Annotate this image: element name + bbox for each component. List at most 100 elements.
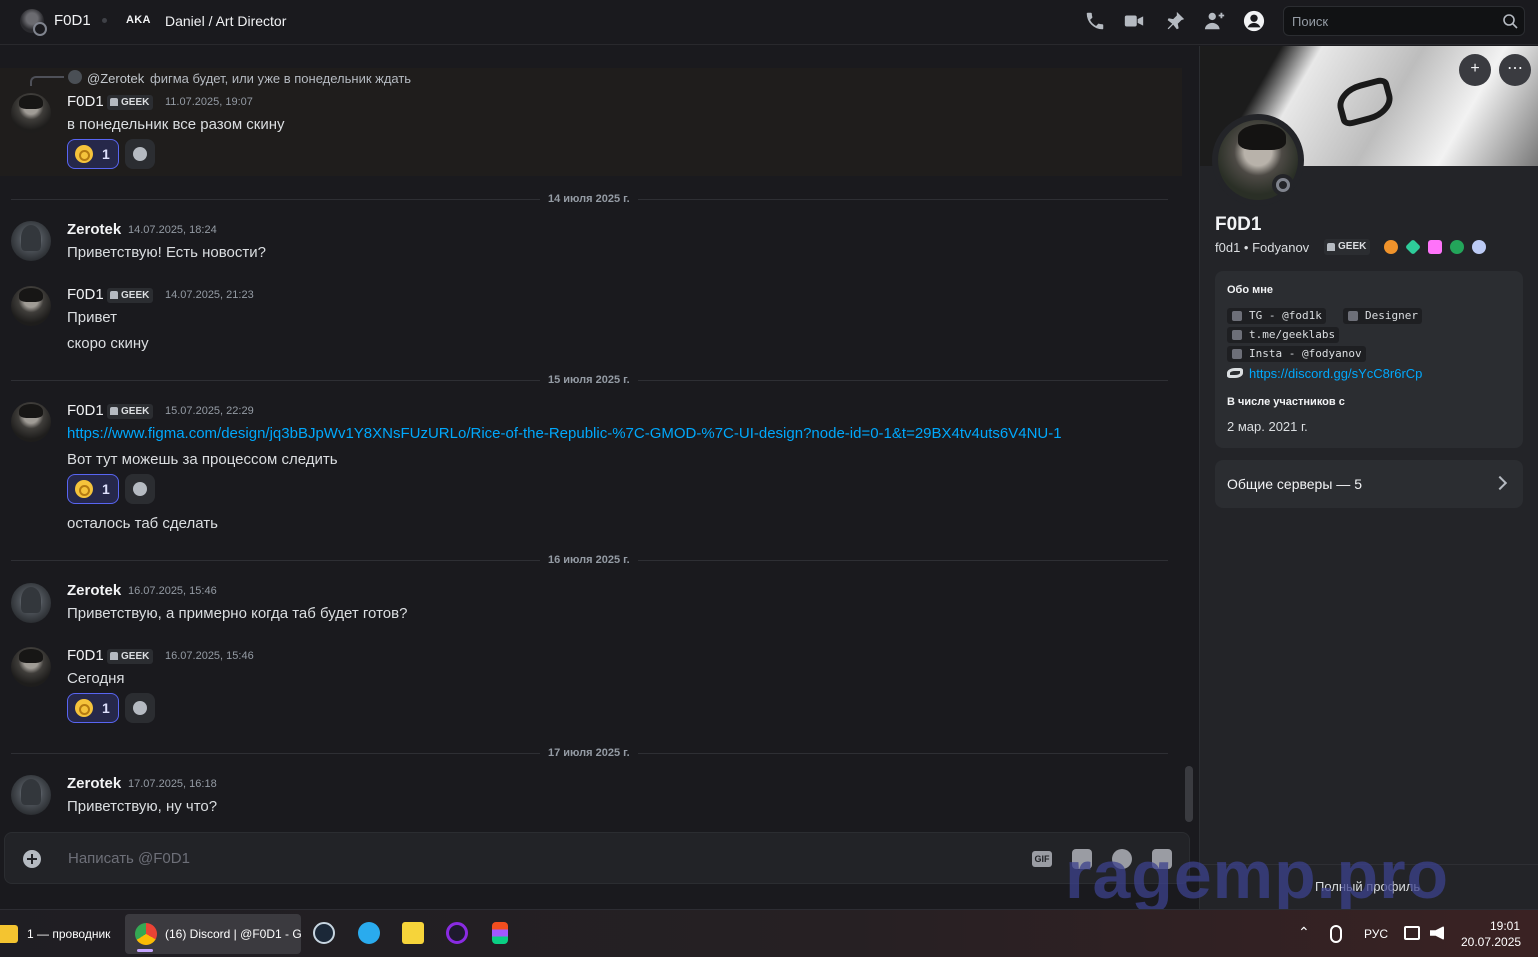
message-input[interactable]: Написать @F0D1 bbox=[68, 850, 190, 867]
message-author[interactable]: F0D1 bbox=[67, 402, 104, 419]
message-author[interactable]: Zerotek bbox=[67, 775, 121, 792]
dm-username[interactable]: F0D1 bbox=[54, 12, 91, 29]
chat-scrollbar[interactable] bbox=[1185, 766, 1193, 822]
message-avatar[interactable] bbox=[11, 93, 51, 133]
reply-preview[interactable]: фигма будет, или уже в понедельник ждать bbox=[150, 71, 411, 86]
profile-display-name: F0D1 bbox=[1215, 214, 1262, 235]
search-input[interactable]: Поиск bbox=[1283, 6, 1525, 36]
separator-dot bbox=[102, 18, 107, 23]
figma-link[interactable]: https://www.figma.com/design/jq3bBJpWv1Y… bbox=[67, 425, 1062, 442]
discord-invite-link[interactable]: https://discord.gg/sYcC8r6rCp bbox=[1249, 366, 1422, 381]
phone-call-icon[interactable] bbox=[1084, 10, 1108, 34]
about-tg: TG - @fod1k bbox=[1227, 308, 1326, 324]
chrome-icon bbox=[135, 923, 157, 945]
message-text: Сегодня bbox=[67, 670, 125, 687]
message-text: Приветствую, а примерно когда таб будет … bbox=[67, 605, 408, 622]
language-indicator[interactable]: РУС bbox=[1364, 927, 1388, 941]
message-timestamp: 14.07.2025, 18:24 bbox=[128, 224, 217, 236]
message-avatar[interactable] bbox=[11, 286, 51, 326]
message-author[interactable]: F0D1 bbox=[67, 647, 104, 664]
search-icon bbox=[1503, 14, 1518, 29]
steam-icon[interactable] bbox=[313, 922, 335, 944]
message-author[interactable]: Zerotek bbox=[67, 221, 121, 238]
banner-logo-icon bbox=[1332, 75, 1398, 129]
add-attachment-icon[interactable] bbox=[23, 850, 41, 868]
panel-divider bbox=[1200, 864, 1538, 865]
about-designer: Designer bbox=[1343, 308, 1422, 324]
full-profile-link[interactable]: Полный профиль bbox=[1315, 879, 1420, 894]
aka-label: AKA bbox=[126, 14, 151, 26]
mutual-servers-button[interactable]: Общие серверы — 5 bbox=[1215, 460, 1523, 508]
folder-icon[interactable] bbox=[0, 925, 18, 943]
reaction-count: 1 bbox=[102, 700, 110, 716]
message-avatar[interactable] bbox=[11, 221, 51, 261]
figma-icon[interactable] bbox=[492, 922, 508, 944]
boost-badge-icon[interactable] bbox=[1428, 240, 1442, 254]
search-placeholder: Поиск bbox=[1292, 14, 1329, 29]
about-me-heading: Обо мне bbox=[1227, 284, 1274, 296]
taskbar-chrome-discord[interactable]: (16) Discord | @F0D1 - G bbox=[125, 914, 302, 954]
message-timestamp: 16.07.2025, 15:46 bbox=[165, 650, 254, 662]
telegram-icon[interactable] bbox=[358, 922, 380, 944]
message-composer[interactable]: Написать @F0D1 GIF bbox=[4, 832, 1190, 884]
message-timestamp: 15.07.2025, 22:29 bbox=[165, 405, 254, 417]
about-insta: Insta - @fodyanov bbox=[1227, 346, 1366, 362]
offline-status-icon bbox=[1272, 174, 1294, 196]
message-author[interactable]: F0D1 bbox=[67, 286, 104, 303]
hypesquad-badge-icon[interactable] bbox=[1405, 239, 1421, 255]
reply-mention[interactable]: @Zerotek bbox=[87, 71, 144, 86]
volume-icon[interactable] bbox=[1430, 926, 1444, 940]
message-text: Приветствую, ну что? bbox=[67, 798, 218, 815]
user-avatar[interactable] bbox=[20, 9, 47, 36]
message-timestamp: 16.07.2025, 15:46 bbox=[128, 585, 217, 597]
profile-username: f0d1 • Fodyanov bbox=[1215, 240, 1310, 255]
message-author[interactable]: Zerotek bbox=[67, 582, 121, 599]
guild-tag[interactable]: GEEK bbox=[107, 404, 154, 419]
reaction-ok-hand[interactable]: 1 bbox=[67, 139, 119, 169]
chevron-up-icon[interactable]: ⌃ bbox=[1298, 924, 1310, 941]
quest-badge-icon[interactable] bbox=[1450, 240, 1464, 254]
member-since-date: 2 мар. 2021 г. bbox=[1227, 419, 1308, 434]
guild-tag[interactable]: GEEK bbox=[107, 95, 154, 110]
sticker-icon[interactable] bbox=[1072, 849, 1092, 869]
ok-hand-icon bbox=[75, 480, 93, 498]
microphone-icon[interactable] bbox=[1330, 925, 1342, 943]
add-friend-icon[interactable]: + bbox=[1459, 54, 1491, 86]
message-avatar[interactable] bbox=[11, 647, 51, 687]
clock-time[interactable]: 19:01 bbox=[1490, 919, 1520, 933]
video-call-icon[interactable] bbox=[1123, 10, 1147, 34]
add-friends-icon[interactable] bbox=[1204, 10, 1228, 34]
reaction-count: 1 bbox=[102, 481, 110, 497]
message-list[interactable]: @Zerotek фигма будет, или уже в понедель… bbox=[0, 46, 1198, 830]
emoji-icon[interactable] bbox=[1112, 849, 1132, 869]
message-avatar[interactable] bbox=[11, 583, 51, 623]
profile-guild-tag[interactable]: GEEK bbox=[1324, 239, 1371, 255]
message-avatar[interactable] bbox=[11, 402, 51, 442]
guild-tag[interactable]: GEEK bbox=[107, 288, 154, 303]
orb-badge-icon[interactable] bbox=[1472, 240, 1486, 254]
taskbar-explorer[interactable]: 1 — проводник bbox=[27, 927, 110, 941]
network-icon[interactable] bbox=[1404, 926, 1420, 940]
add-reaction-icon[interactable] bbox=[125, 139, 155, 169]
reaction-ok-hand[interactable]: 1 bbox=[67, 693, 119, 723]
message-text: осталось таб сделать bbox=[67, 515, 218, 532]
member-since-heading: В числе участников с bbox=[1227, 396, 1345, 408]
guild-tag[interactable]: GEEK bbox=[107, 649, 154, 664]
nitro-badge-icon[interactable] bbox=[1384, 240, 1398, 254]
app-icon[interactable] bbox=[402, 922, 424, 944]
gif-picker-icon[interactable]: GIF bbox=[1032, 851, 1052, 867]
add-reaction-icon[interactable] bbox=[125, 693, 155, 723]
activity-icon[interactable] bbox=[1152, 849, 1172, 869]
circle-app-icon[interactable] bbox=[446, 922, 468, 944]
user-profile-icon[interactable] bbox=[1243, 10, 1267, 34]
message-author[interactable]: F0D1 bbox=[67, 93, 104, 110]
reaction-ok-hand[interactable]: 1 bbox=[67, 474, 119, 504]
more-options-icon[interactable]: ⋯ bbox=[1499, 54, 1531, 86]
top-bar: F0D1 AKA Daniel / Art Director Поиск bbox=[0, 0, 1538, 45]
discord-link-icon bbox=[1227, 368, 1243, 378]
message-avatar[interactable] bbox=[11, 775, 51, 815]
add-reaction-icon[interactable] bbox=[125, 474, 155, 504]
clock-date[interactable]: 20.07.2025 bbox=[1461, 935, 1521, 949]
pin-icon[interactable] bbox=[1164, 10, 1188, 34]
date-divider-label: 14 июля 2025 г. bbox=[540, 193, 638, 205]
